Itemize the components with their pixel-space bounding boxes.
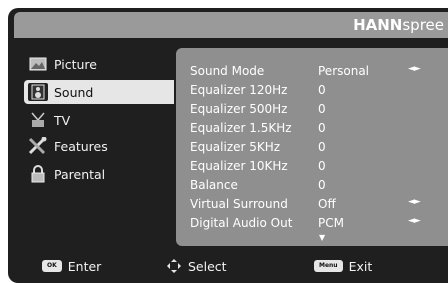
left-right-arrows-icon: ◄►: [408, 64, 421, 74]
setting-row-eq-10khz[interactable]: Equalizer 10KHz 0: [190, 159, 448, 177]
header-bar: HANNspree: [14, 12, 448, 38]
sidebar-item-picture[interactable]: Picture: [24, 52, 174, 76]
ok-key-icon: OK: [42, 260, 62, 272]
sidebar-item-tv[interactable]: TV: [24, 108, 174, 132]
tools-icon: [28, 137, 48, 155]
sidebar-item-features[interactable]: Features: [24, 134, 174, 158]
picture-icon: [28, 55, 48, 73]
setting-row-sound-mode[interactable]: Sound Mode Personal ◄►: [190, 64, 448, 82]
setting-row-eq-120hz[interactable]: Equalizer 120Hz 0: [190, 83, 448, 101]
brand-logo: HANNspree: [353, 16, 444, 34]
lock-icon: [28, 165, 48, 183]
sidebar-item-label: Picture: [54, 56, 97, 72]
sound-settings-panel: Sound Mode Personal ◄► Equalizer 120Hz 0…: [176, 48, 448, 246]
sidebar-item-label: Features: [54, 138, 108, 154]
antenna-icon: [28, 111, 48, 129]
sidebar-menu: Picture Sound TV Features Parental: [14, 46, 174, 246]
footer-bar: OK Enter Select Menu Exit: [14, 256, 448, 276]
setting-row-virtual-surround[interactable]: Virtual Surround Off ◄►: [190, 197, 448, 215]
footer-select-hint: Select: [166, 256, 227, 276]
sidebar-item-sound[interactable]: Sound: [24, 80, 174, 104]
setting-row-eq-1-5khz[interactable]: Equalizer 1.5KHz 0: [190, 121, 448, 139]
speaker-icon: [28, 83, 48, 101]
left-right-arrows-icon: ◄►: [408, 216, 421, 226]
setting-row-balance[interactable]: Balance 0: [190, 178, 448, 196]
left-right-arrows-icon: ◄►: [408, 197, 421, 207]
setting-row-eq-5khz[interactable]: Equalizer 5KHz 0: [190, 140, 448, 158]
setting-row-eq-500hz[interactable]: Equalizer 500Hz 0: [190, 102, 448, 120]
setting-row-digital-audio-out[interactable]: Digital Audio Out PCM ◄►: [190, 216, 448, 234]
scroll-down-icon[interactable]: ▼: [319, 233, 325, 242]
direction-pad-icon: [167, 259, 181, 273]
footer-enter-hint: OK Enter: [42, 256, 101, 276]
sidebar-item-label: Parental: [54, 166, 106, 182]
menu-key-icon: Menu: [314, 260, 343, 272]
sidebar-item-parental[interactable]: Parental: [24, 162, 174, 186]
sidebar-item-label: TV: [54, 112, 71, 128]
footer-exit-hint: Menu Exit: [314, 256, 372, 276]
sidebar-item-label: Sound: [54, 84, 94, 100]
